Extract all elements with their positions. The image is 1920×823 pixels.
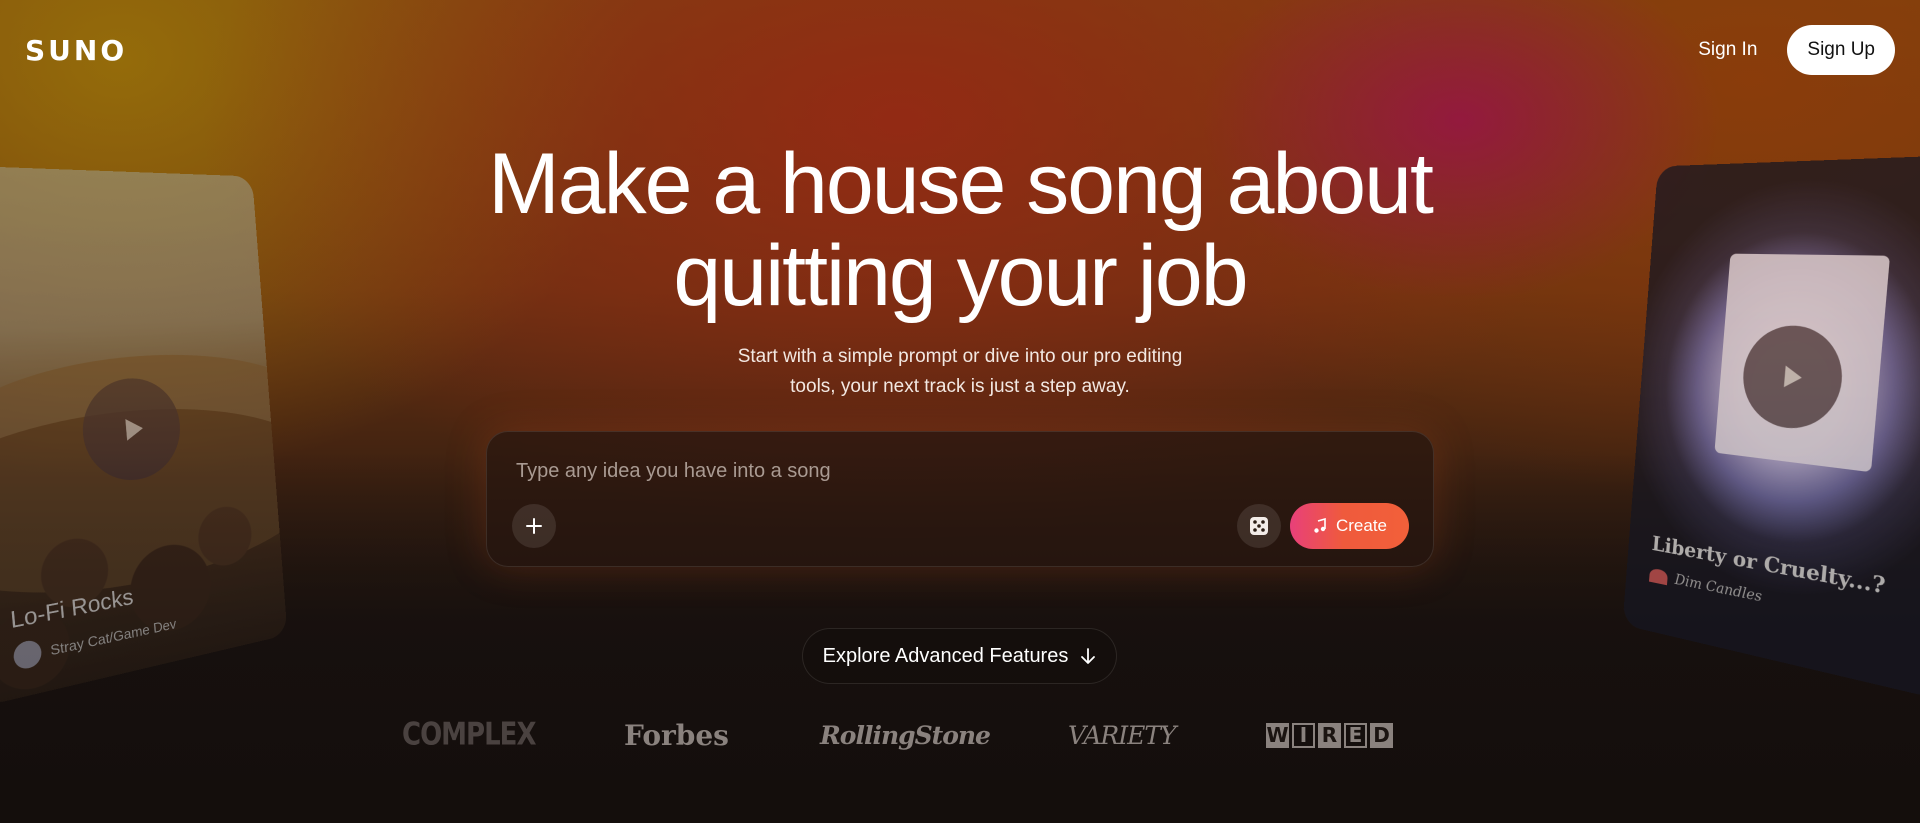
sign-in-link[interactable]: Sign In <box>1698 39 1757 61</box>
add-button[interactable] <box>512 504 556 548</box>
rolling-stone-logo: RollingStone <box>820 720 991 750</box>
auth-nav: Sign In Sign Up <box>1698 25 1895 75</box>
wired-letter: R <box>1318 722 1341 748</box>
hero-subtitle: Start with a simple prompt or dive into … <box>0 342 1920 402</box>
page-background <box>0 0 1920 823</box>
artist-name: Dim Candles <box>1674 571 1763 606</box>
hero-title-line: Make a house song about <box>488 136 1434 232</box>
song-prompt-input[interactable] <box>516 460 1216 483</box>
wired-letter: E <box>1344 722 1367 748</box>
hero-subtitle-line: tools, your next track is just a step aw… <box>790 376 1130 397</box>
random-prompt-button[interactable] <box>1237 504 1281 548</box>
forbes-logo: Forbes <box>624 718 729 752</box>
complex-logo: COMPLEX <box>402 717 536 753</box>
play-icon <box>125 417 144 441</box>
arrow-down-icon <box>1081 648 1096 664</box>
variety-logo: VARIETY <box>1068 720 1177 750</box>
hero-title-line: quitting your job <box>673 228 1248 324</box>
top-nav: SUNO Sign In Sign Up <box>0 0 1920 100</box>
press-logos: COMPLEX Forbes RollingStone VARIETY W I … <box>0 712 1920 758</box>
avatar <box>1648 567 1669 586</box>
create-label: Create <box>1335 516 1388 535</box>
explore-advanced-features-button[interactable]: Explore Advanced Features <box>802 628 1117 684</box>
wired-logo: W I R E D <box>1266 712 1393 758</box>
sign-up-button[interactable]: Sign Up <box>1787 25 1895 75</box>
suno-logo[interactable]: SUNO <box>25 34 127 67</box>
create-button[interactable]: Create <box>1290 503 1409 549</box>
wired-letter: D <box>1370 722 1393 748</box>
wired-letter: W <box>1266 722 1289 748</box>
plus-icon <box>526 518 542 534</box>
music-note-icon <box>1314 518 1326 533</box>
wired-letter: I <box>1292 722 1315 748</box>
explore-label: Explore Advanced Features <box>822 644 1069 667</box>
dice-icon <box>1250 517 1268 535</box>
song-prompt-box: Create <box>486 431 1434 567</box>
hero-title: Make a house song about quitting your jo… <box>0 138 1920 322</box>
hero-subtitle-line: Start with a simple prompt or dive into … <box>737 346 1183 367</box>
